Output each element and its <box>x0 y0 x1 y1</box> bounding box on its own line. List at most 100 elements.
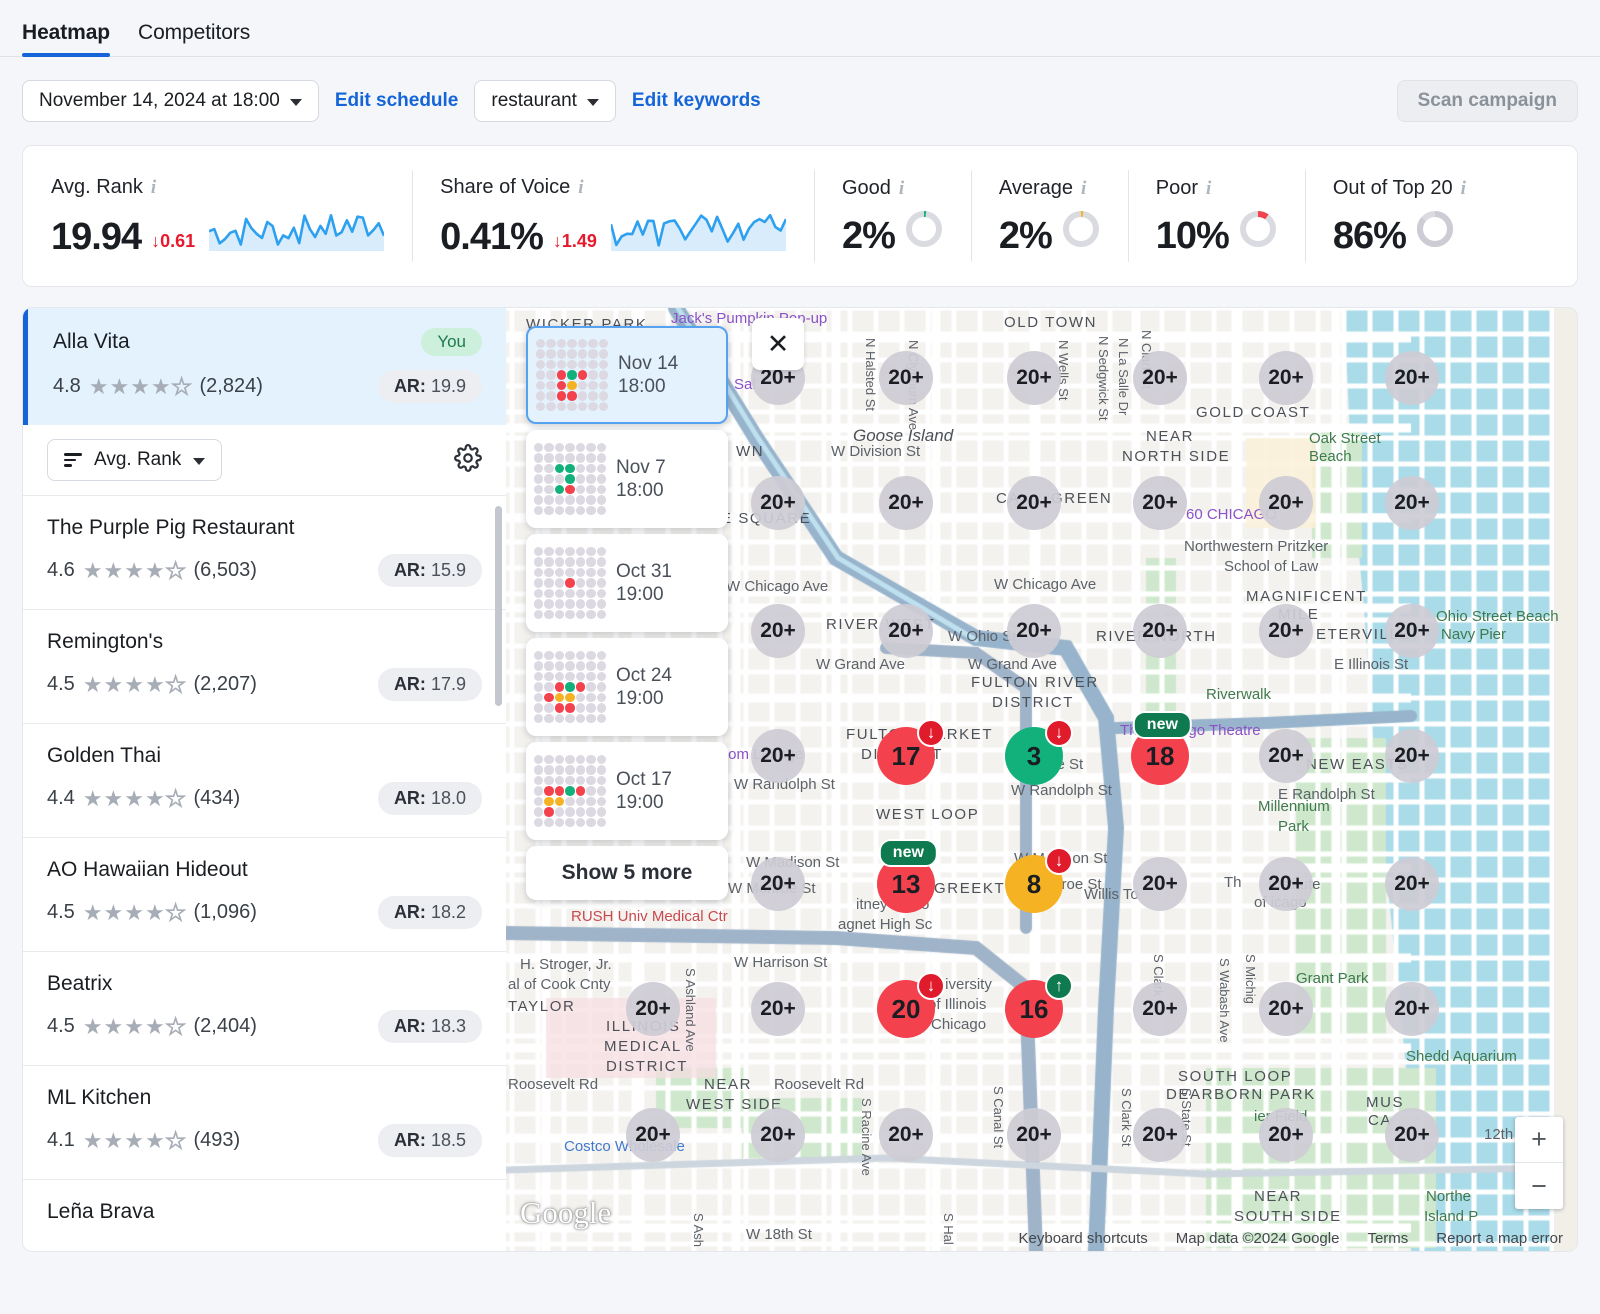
map-marker-out-of-top20[interactable]: 20+ <box>1385 351 1439 405</box>
map-marker-out-of-top20[interactable]: 20+ <box>1133 351 1187 405</box>
map-marker-out-of-top20[interactable]: 20+ <box>1007 476 1061 530</box>
map-marker-out-of-top20[interactable]: 20+ <box>751 857 805 911</box>
map-marker-out-of-top20[interactable]: 20+ <box>1385 604 1439 658</box>
map-marker-out-of-top20[interactable]: 20+ <box>751 476 805 530</box>
your-avg-rank-pill: AR: 19.9 <box>378 370 482 403</box>
map-marker-out-of-top20[interactable]: 20+ <box>1133 476 1187 530</box>
map-marker-out-of-top20[interactable]: 20+ <box>1385 476 1439 530</box>
edit-keywords-link[interactable]: Edit keywords <box>632 90 761 112</box>
list-item[interactable]: Remington's4.5 ★★★★★ (2,207) AR: 17.9 <box>23 610 506 724</box>
map-marker-out-of-top20[interactable]: 20+ <box>879 476 933 530</box>
sort-dropdown[interactable]: Avg. Rank <box>47 439 222 481</box>
star-icon: ★ <box>124 1016 144 1038</box>
map-marker-out-of-top20[interactable]: 20+ <box>751 1108 805 1162</box>
map-marker-out-of-top20[interactable]: 20+ <box>626 1108 680 1162</box>
info-icon[interactable]: i <box>151 177 156 199</box>
map-marker-out-of-top20[interactable]: 20+ <box>1259 1108 1313 1162</box>
map-marker-rank[interactable]: 3↓ <box>1005 727 1063 785</box>
heatmap-dot <box>546 381 555 390</box>
map-marker-out-of-top20[interactable]: 20+ <box>751 982 805 1036</box>
competitor-list[interactable]: The Purple Pig Restaurant4.6 ★★★★★ (6,50… <box>23 496 506 1251</box>
scan-history-item[interactable]: Oct 1719:00 <box>526 742 728 840</box>
map-marker-rank[interactable]: 18new <box>1131 727 1189 785</box>
scan-history-item[interactable]: Nov 718:00 <box>526 430 728 528</box>
scan-history-item[interactable]: Oct 2419:00 <box>526 638 728 736</box>
heatmap-dot <box>555 474 564 483</box>
info-icon[interactable]: i <box>1206 178 1211 200</box>
list-item[interactable]: The Purple Pig Restaurant4.6 ★★★★★ (6,50… <box>23 496 506 610</box>
heatmap-dot <box>565 703 574 712</box>
map-marker-out-of-top20[interactable]: 20+ <box>1007 604 1061 658</box>
map-marker-out-of-top20[interactable]: 20+ <box>1259 982 1313 1036</box>
map-marker-out-of-top20[interactable]: 20+ <box>751 729 805 783</box>
marker-label: 16 <box>1020 994 1049 1025</box>
heatmap-dot <box>576 578 585 587</box>
map-marker-out-of-top20[interactable]: 20+ <box>1007 1108 1061 1162</box>
map-marker-out-of-top20[interactable]: 20+ <box>1385 857 1439 911</box>
map-marker-out-of-top20[interactable]: 20+ <box>1133 1108 1187 1162</box>
heatmap-dot <box>555 786 564 795</box>
marker-label: 20+ <box>1268 872 1304 896</box>
map-marker-out-of-top20[interactable]: 20+ <box>879 351 933 405</box>
map-footer-link[interactable]: Terms <box>1367 1230 1408 1247</box>
list-item[interactable]: Beatrix4.5 ★★★★★ (2,404) AR: 18.3 <box>23 952 506 1066</box>
list-item[interactable]: AO Hawaiian Hideout4.5 ★★★★★ (1,096) AR:… <box>23 838 506 952</box>
competitor-name: Beatrix <box>47 972 482 996</box>
map-marker-out-of-top20[interactable]: 20+ <box>879 604 933 658</box>
list-scrollbar[interactable] <box>495 506 502 706</box>
info-icon[interactable]: i <box>578 177 583 199</box>
map-marker-out-of-top20[interactable]: 20+ <box>1259 351 1313 405</box>
map-marker-out-of-top20[interactable]: 20+ <box>879 1108 933 1162</box>
map-marker-out-of-top20[interactable]: 20+ <box>626 982 680 1036</box>
heatmap-map[interactable]: WICKER PARKJack's Pumpkin Pop-upOLD TOWN… <box>506 307 1578 1252</box>
map-marker-out-of-top20[interactable]: 20+ <box>1385 982 1439 1036</box>
keyword-select[interactable]: restaurant <box>474 80 616 122</box>
heatmap-dot <box>567 339 576 348</box>
list-item[interactable]: Leña Brava <box>23 1180 506 1251</box>
map-marker-out-of-top20[interactable]: 20+ <box>751 604 805 658</box>
zoom-in-button[interactable]: + <box>1515 1117 1563 1163</box>
map-marker-rank[interactable]: 17↓ <box>877 727 935 785</box>
heatmap-dot <box>534 765 543 774</box>
info-icon[interactable]: i <box>899 178 904 200</box>
map-footer-link[interactable]: Report a map error <box>1436 1230 1563 1247</box>
scan-history-item[interactable]: Nov 1418:00 <box>526 326 728 424</box>
tab-competitors[interactable]: Competitors <box>138 21 250 56</box>
info-icon[interactable]: i <box>1461 178 1466 200</box>
date-select[interactable]: November 14, 2024 at 18:00 <box>22 80 319 122</box>
zoom-out-button[interactable]: − <box>1515 1163 1563 1209</box>
your-business-card[interactable]: Alla Vita You 4.8 ★★★★★ (2,824) AR: 19.9 <box>23 308 506 425</box>
star-icon: ★ <box>145 674 165 696</box>
close-icon[interactable]: ✕ <box>752 318 804 370</box>
edit-schedule-link[interactable]: Edit schedule <box>335 90 459 112</box>
heatmap-dot <box>544 714 553 723</box>
map-marker-out-of-top20[interactable]: 20+ <box>1259 857 1313 911</box>
heatmap-dot <box>586 693 595 702</box>
map-marker-rank[interactable]: 20↓ <box>877 980 935 1038</box>
map-marker-out-of-top20[interactable]: 20+ <box>1259 729 1313 783</box>
map-marker-out-of-top20[interactable]: 20+ <box>1133 982 1187 1036</box>
map-marker-out-of-top20[interactable]: 20+ <box>1007 351 1061 405</box>
map-marker-rank[interactable]: 16↑ <box>1005 980 1063 1038</box>
map-marker-out-of-top20[interactable]: 20+ <box>1259 476 1313 530</box>
star-icon: ★ <box>124 1130 144 1152</box>
scan-history-item[interactable]: Oct 3119:00 <box>526 534 728 632</box>
heatmap-dot <box>534 818 543 827</box>
gear-icon[interactable] <box>454 444 482 477</box>
list-item[interactable]: ML Kitchen4.1 ★★★★★ (493) AR: 18.5 <box>23 1066 506 1180</box>
map-marker-rank[interactable]: 13new <box>877 855 935 913</box>
star-icon: ★ <box>124 902 144 924</box>
info-icon[interactable]: i <box>1081 178 1086 200</box>
map-marker-out-of-top20[interactable]: 20+ <box>1385 729 1439 783</box>
list-item[interactable]: Golden Thai4.4 ★★★★★ (434) AR: 18.0 <box>23 724 506 838</box>
map-footer-link[interactable]: Keyboard shortcuts <box>1019 1230 1148 1247</box>
map-marker-out-of-top20[interactable]: 20+ <box>1133 857 1187 911</box>
heatmap-dot <box>534 474 543 483</box>
tab-heatmap[interactable]: Heatmap <box>22 21 110 56</box>
show-more-button[interactable]: Show 5 more <box>526 846 728 900</box>
scan-campaign-button[interactable]: Scan campaign <box>1397 80 1578 122</box>
map-marker-rank[interactable]: 8↓ <box>1005 855 1063 913</box>
map-marker-out-of-top20[interactable]: 20+ <box>1385 1108 1439 1162</box>
map-marker-out-of-top20[interactable]: 20+ <box>1133 604 1187 658</box>
map-marker-out-of-top20[interactable]: 20+ <box>1259 604 1313 658</box>
